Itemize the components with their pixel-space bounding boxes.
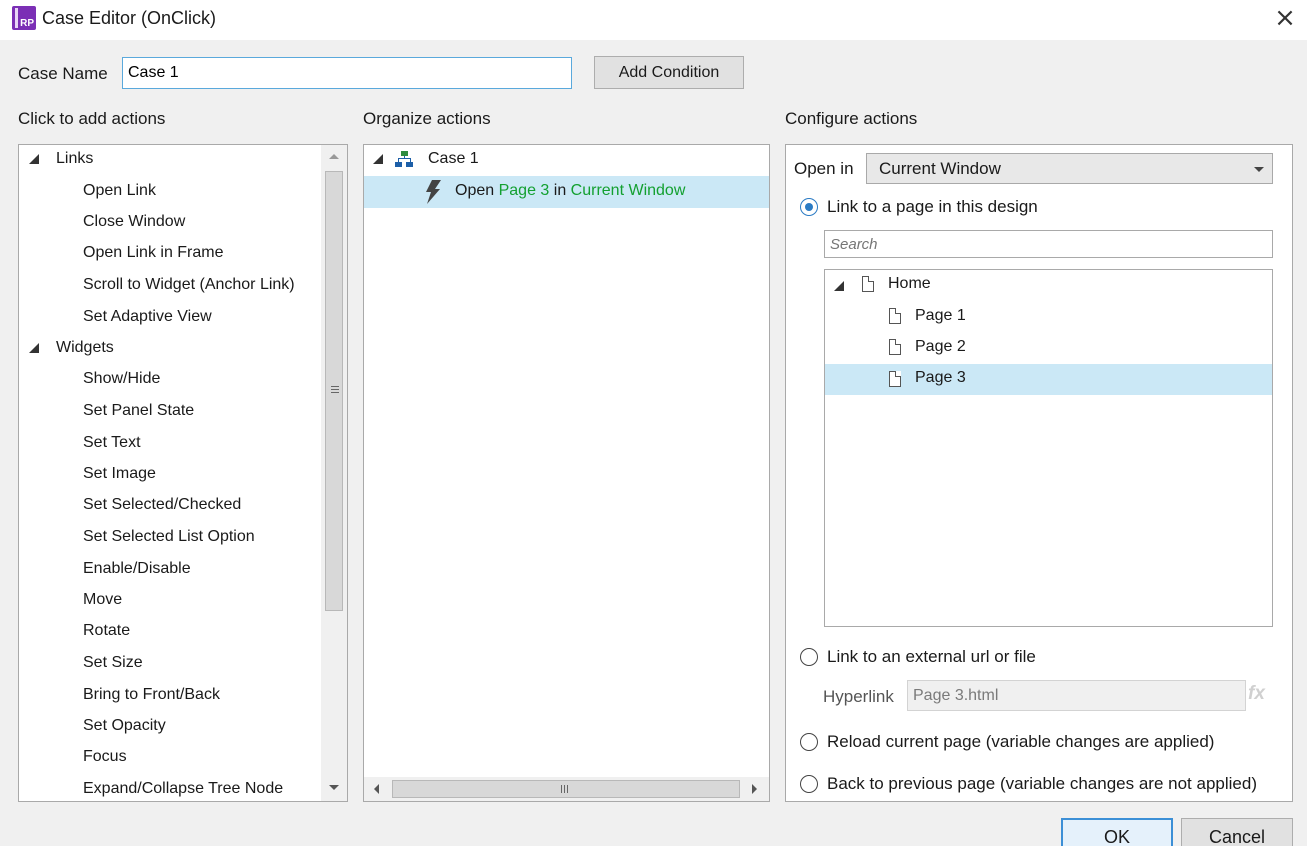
scroll-left-arrow-icon[interactable] — [374, 784, 379, 794]
page-icon — [889, 371, 901, 387]
radio-link-external[interactable] — [800, 648, 818, 666]
add-condition-button[interactable]: Add Condition — [594, 56, 744, 89]
scroll-right-arrow-icon[interactable] — [752, 784, 757, 794]
collapse-triangle-icon[interactable] — [373, 154, 383, 164]
action-location: Current Window — [570, 182, 686, 199]
case-tree-icon — [395, 151, 413, 167]
group-links[interactable]: Links — [56, 150, 93, 168]
collapse-triangle-icon[interactable] — [29, 343, 39, 353]
action-set-text[interactable]: Set Text — [83, 434, 141, 452]
page-row-selected[interactable]: Page 3 — [825, 364, 1272, 395]
expand-arrow-icon[interactable] — [62, 562, 70, 576]
page-icon — [889, 308, 901, 324]
radio-link-page[interactable] — [800, 198, 818, 216]
axure-app-icon: RP — [12, 6, 36, 30]
hyperlink-input[interactable] — [907, 680, 1246, 711]
close-icon[interactable]: × — [1272, 4, 1298, 32]
lightning-icon — [426, 180, 441, 204]
action-set-image[interactable]: Set Image — [83, 465, 156, 483]
action-focus[interactable]: Focus — [83, 748, 127, 766]
window-title: Case Editor (OnClick) — [42, 8, 217, 28]
page-search-input[interactable] — [824, 230, 1273, 258]
ok-button[interactable]: OK — [1061, 818, 1173, 846]
radio-reload[interactable] — [800, 733, 818, 751]
open-in-value: Current Window — [879, 159, 1001, 178]
vertical-scrollbar[interactable] — [321, 145, 347, 801]
middle-panel-header: Organize actions — [363, 109, 491, 128]
hyperlink-label: Hyperlink — [823, 687, 894, 706]
organize-actions-panel: Case 1 Open Page 3 in Current Window — [363, 144, 770, 802]
action-set-adaptive-view[interactable]: Set Adaptive View — [83, 308, 212, 326]
title-bar: RP Case Editor (OnClick) × — [0, 0, 1307, 40]
action-set-panel-state[interactable]: Set Panel State — [83, 402, 194, 420]
group-widgets[interactable]: Widgets — [56, 339, 114, 357]
scrollbar-thumb[interactable] — [392, 780, 740, 798]
horizontal-scrollbar[interactable] — [364, 777, 769, 801]
action-set-selected-list-option[interactable]: Set Selected List Option — [83, 528, 255, 546]
case-name-label: Case Name — [18, 64, 108, 83]
right-panel-header: Configure actions — [785, 109, 918, 128]
expand-arrow-icon[interactable] — [62, 184, 70, 198]
action-rotate[interactable]: Rotate — [83, 622, 130, 640]
page-icon — [889, 339, 901, 355]
page-node-2[interactable]: Page 2 — [915, 338, 966, 356]
expand-arrow-icon[interactable] — [62, 498, 70, 512]
link-external-option-label[interactable]: Link to an external url or file — [827, 647, 1036, 667]
action-show-hide[interactable]: Show/Hide — [83, 370, 160, 388]
page-tree: Home Page 1 Page 2 Page 3 — [824, 269, 1273, 627]
expand-arrow-icon[interactable] — [62, 782, 70, 796]
actions-list-panel: Links Open Link Close Window Open Link i… — [18, 144, 348, 802]
action-target: Page 3 — [498, 182, 550, 199]
action-bring-to-front-back[interactable]: Bring to Front/Back — [83, 686, 220, 704]
case-node[interactable]: Case 1 — [428, 150, 479, 168]
collapse-triangle-icon[interactable] — [29, 154, 39, 164]
scrollbar-thumb[interactable] — [325, 171, 343, 611]
action-enable-disable[interactable]: Enable/Disable — [83, 560, 191, 578]
action-row-selected[interactable]: Open Page 3 in Current Window — [364, 176, 769, 208]
page-node-1[interactable]: Page 1 — [915, 307, 966, 325]
link-page-option-label[interactable]: Link to a page in this design — [827, 197, 1038, 217]
action-set-opacity[interactable]: Set Opacity — [83, 717, 166, 735]
configure-actions-panel: Open in Current Window Link to a page in… — [785, 144, 1293, 802]
fx-icon[interactable]: fx — [1248, 683, 1265, 705]
action-open-link[interactable]: Open Link — [83, 182, 156, 200]
page-icon — [862, 276, 874, 292]
expand-arrow-icon[interactable] — [62, 688, 70, 702]
case-name-input[interactable] — [122, 57, 572, 89]
action-preposition: in — [553, 182, 567, 199]
reload-option-label[interactable]: Reload current page (variable changes ar… — [827, 732, 1214, 752]
scroll-up-arrow-icon[interactable] — [329, 154, 339, 159]
action-close-window[interactable]: Close Window — [83, 213, 185, 231]
action-move[interactable]: Move — [83, 591, 122, 609]
collapse-triangle-icon[interactable] — [834, 281, 844, 291]
back-option-label[interactable]: Back to previous page (variable changes … — [827, 774, 1257, 794]
page-node-3[interactable]: Page 3 — [915, 369, 966, 387]
cancel-button[interactable]: Cancel — [1181, 818, 1293, 846]
action-verb: Open — [455, 182, 495, 199]
left-panel-header: Click to add actions — [18, 109, 166, 128]
chevron-down-icon — [1254, 167, 1264, 172]
open-in-label: Open in — [794, 159, 854, 178]
radio-back[interactable] — [800, 775, 818, 793]
scroll-down-arrow-icon[interactable] — [329, 785, 339, 790]
action-open-link-in-frame[interactable]: Open Link in Frame — [83, 244, 224, 262]
action-expand-collapse-tree-node[interactable]: Expand/Collapse Tree Node — [83, 780, 283, 798]
expand-arrow-icon[interactable] — [62, 246, 70, 260]
expand-arrow-icon[interactable] — [62, 372, 70, 386]
action-set-size[interactable]: Set Size — [83, 654, 143, 672]
action-scroll-to-widget[interactable]: Scroll to Widget (Anchor Link) — [83, 276, 295, 294]
action-set-selected-checked[interactable]: Set Selected/Checked — [83, 496, 241, 514]
open-in-select[interactable]: Current Window — [866, 153, 1273, 184]
page-node-home[interactable]: Home — [888, 275, 931, 293]
